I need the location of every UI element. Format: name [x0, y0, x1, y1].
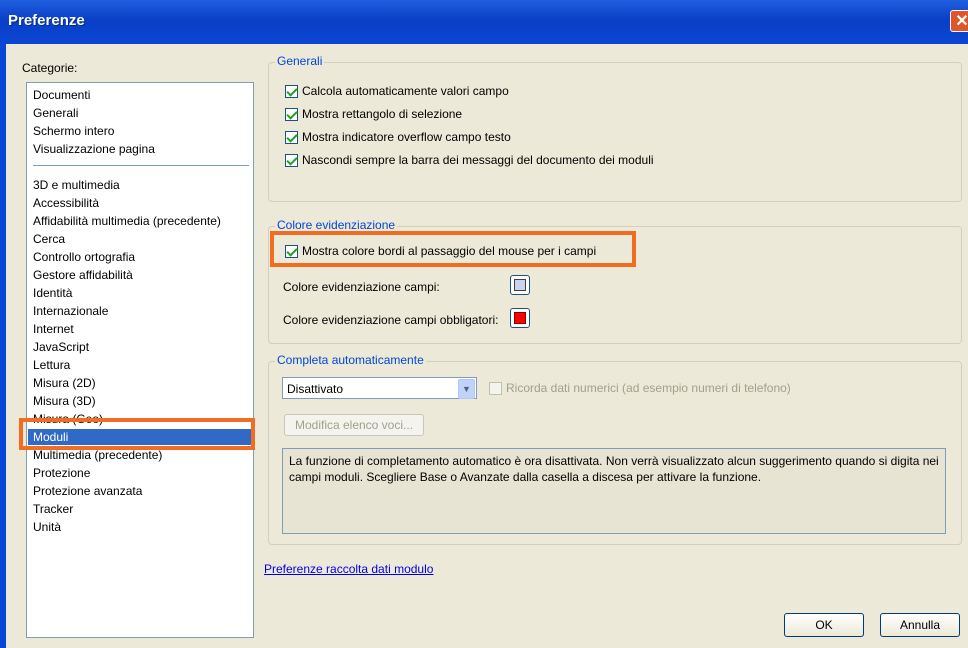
category-item[interactable]: Generali — [33, 105, 78, 121]
category-item[interactable]: Schermo intero — [33, 123, 114, 139]
category-item[interactable]: Visualizzazione pagina — [33, 141, 155, 157]
category-item[interactable]: Documenti — [33, 87, 90, 103]
category-item[interactable]: Misura (2D) — [33, 375, 96, 391]
overflow-checkbox[interactable] — [285, 131, 298, 144]
category-item[interactable]: Gestore affidabilità — [33, 267, 133, 283]
fields-color-button[interactable] — [510, 275, 530, 295]
category-item[interactable]: Cerca — [33, 231, 65, 247]
category-item[interactable]: Accessibilità — [33, 195, 99, 211]
category-item[interactable]: Controllo ortografia — [33, 249, 135, 265]
category-item[interactable]: Tracker — [33, 501, 73, 517]
required-color-button[interactable] — [510, 308, 530, 328]
window-title: Preferenze — [8, 12, 85, 29]
rettangolo-checkbox[interactable] — [285, 108, 298, 121]
categories-label: Categorie: — [22, 61, 78, 75]
calcola-label: Calcola automaticamente valori campo — [302, 84, 509, 98]
category-item[interactable]: Unità — [33, 519, 61, 535]
category-separator — [33, 165, 249, 166]
autocomplete-select[interactable]: Disattivato ▼ — [282, 377, 477, 399]
cancel-button[interactable]: Annulla — [880, 613, 960, 637]
ricorda-label: Ricorda dati numerici (ad esempio numeri… — [506, 381, 791, 395]
nascondi-label: Nascondi sempre la barra dei messaggi de… — [302, 153, 654, 167]
colore-group-title: Colore evidenziazione — [275, 218, 398, 232]
fields-color-swatch — [514, 279, 526, 291]
required-color-swatch — [514, 312, 526, 324]
category-item[interactable]: JavaScript — [33, 339, 89, 355]
category-item[interactable]: Protezione — [33, 465, 90, 481]
highlight-box-hover — [270, 231, 636, 267]
nascondi-checkbox[interactable] — [285, 154, 298, 167]
category-item[interactable]: Identità — [33, 285, 72, 301]
category-item[interactable]: Lettura — [33, 357, 70, 373]
highlight-box-moduli — [19, 418, 255, 450]
overflow-label: Mostra indicatore overflow campo testo — [302, 130, 511, 144]
ricorda-checkbox[interactable] — [489, 382, 502, 395]
category-item[interactable]: Affidabilità multimedia (precedente) — [33, 213, 221, 229]
ok-button[interactable]: OK — [784, 613, 864, 637]
category-item[interactable]: Internazionale — [33, 303, 108, 319]
autocomplete-select-value: Disattivato — [287, 382, 344, 396]
calcola-checkbox[interactable] — [285, 85, 298, 98]
title-bar: Preferenze ✕ — [0, 0, 968, 44]
rettangolo-label: Mostra rettangolo di selezione — [302, 107, 463, 121]
autocomplete-description: La funzione di completamento automatico … — [282, 448, 946, 534]
chevron-down-icon[interactable]: ▼ — [458, 379, 475, 399]
close-icon[interactable]: ✕ — [950, 10, 968, 32]
category-item[interactable]: Protezione avanzata — [33, 483, 142, 499]
category-item[interactable]: Misura (3D) — [33, 393, 96, 409]
categories-list[interactable]: Documenti Generali Schermo intero Visual… — [26, 82, 254, 638]
category-item[interactable]: 3D e multimedia — [33, 177, 120, 193]
form-data-preferences-link[interactable]: Preferenze raccolta dati modulo — [264, 562, 433, 576]
required-color-label: Colore evidenziazione campi obbligatori: — [283, 313, 499, 327]
edit-list-button[interactable]: Modifica elenco voci... — [284, 414, 424, 436]
generali-group-title: Generali — [275, 54, 325, 68]
fields-color-label: Colore evidenziazione campi: — [283, 280, 440, 294]
category-item[interactable]: Internet — [33, 321, 74, 337]
completa-group-title: Completa automaticamente — [275, 353, 426, 367]
